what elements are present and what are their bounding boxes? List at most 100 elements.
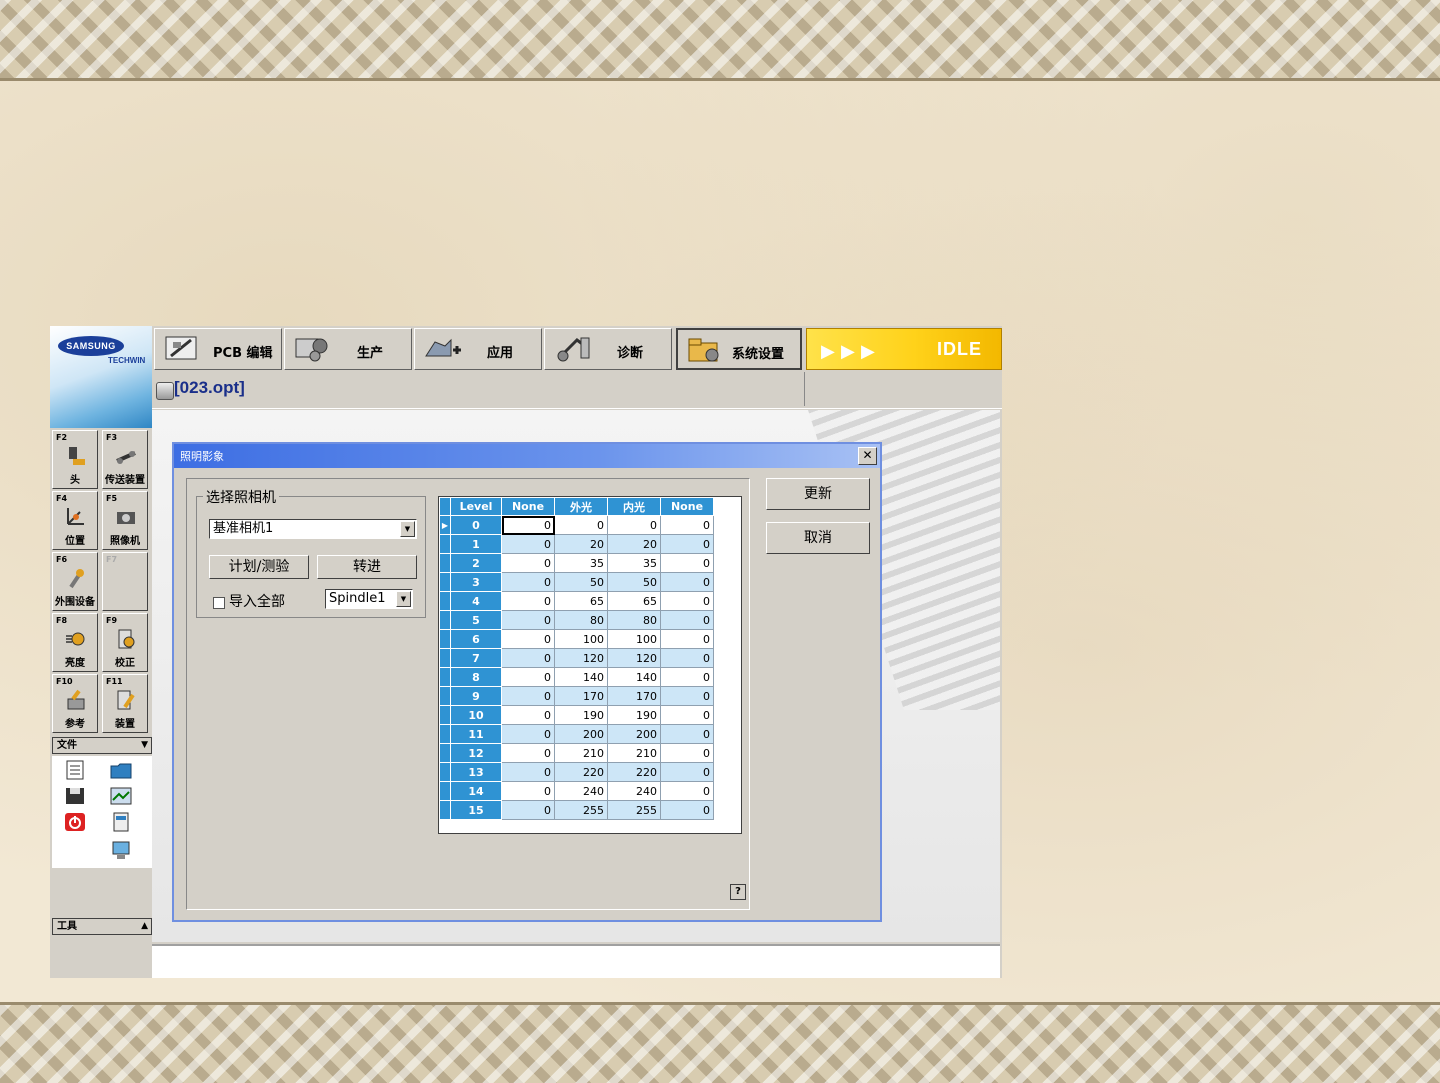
value-cell[interactable]: 0 bbox=[660, 553, 714, 573]
fkey-conveyor[interactable]: F3 传送装置 bbox=[102, 430, 148, 489]
table-row[interactable]: 12 0 210 210 0 bbox=[439, 743, 714, 763]
value-cell[interactable]: 140 bbox=[554, 667, 608, 687]
row-selector[interactable] bbox=[439, 705, 451, 725]
value-cell[interactable]: 0 bbox=[501, 648, 555, 668]
row-selector[interactable] bbox=[439, 762, 451, 782]
value-cell[interactable]: 0 bbox=[607, 515, 661, 535]
import-all-checkbox[interactable] bbox=[213, 597, 225, 609]
value-cell[interactable]: 0 bbox=[660, 667, 714, 687]
table-row[interactable]: ▶ 0 0 0 0 0 bbox=[439, 515, 714, 535]
table-row[interactable]: 6 0 100 100 0 bbox=[439, 629, 714, 649]
value-cell[interactable]: 0 bbox=[660, 800, 714, 820]
value-cell[interactable]: 100 bbox=[607, 629, 661, 649]
power-icon[interactable] bbox=[64, 812, 86, 832]
table-row[interactable]: 13 0 220 220 0 bbox=[439, 762, 714, 782]
move-button[interactable]: 转进 bbox=[317, 555, 417, 579]
value-cell[interactable]: 0 bbox=[660, 534, 714, 554]
table-row[interactable]: 7 0 120 120 0 bbox=[439, 648, 714, 668]
fkey-position[interactable]: F4 位置 bbox=[52, 491, 98, 550]
value-cell[interactable]: 0 bbox=[660, 724, 714, 744]
update-button[interactable]: 更新 bbox=[766, 478, 870, 510]
computer-icon[interactable] bbox=[110, 840, 132, 860]
value-cell[interactable]: 0 bbox=[501, 686, 555, 706]
value-cell[interactable]: 0 bbox=[501, 591, 555, 611]
value-cell[interactable]: 240 bbox=[607, 781, 661, 801]
save-icon[interactable] bbox=[64, 786, 86, 806]
value-cell[interactable]: 0 bbox=[660, 781, 714, 801]
value-cell[interactable]: 0 bbox=[501, 724, 555, 744]
value-cell[interactable]: 200 bbox=[607, 724, 661, 744]
value-cell[interactable]: 0 bbox=[501, 515, 555, 535]
table-row[interactable]: 5 0 80 80 0 bbox=[439, 610, 714, 630]
value-cell[interactable]: 120 bbox=[554, 648, 608, 668]
value-cell[interactable]: 35 bbox=[607, 553, 661, 573]
value-cell[interactable]: 0 bbox=[660, 629, 714, 649]
value-cell[interactable]: 120 bbox=[607, 648, 661, 668]
value-cell[interactable]: 0 bbox=[501, 534, 555, 554]
plan-test-button[interactable]: 计划/测验 bbox=[209, 555, 309, 579]
value-cell[interactable]: 220 bbox=[554, 762, 608, 782]
value-cell[interactable]: 0 bbox=[554, 515, 608, 535]
value-cell[interactable]: 80 bbox=[607, 610, 661, 630]
chevron-down-icon[interactable]: ▼ bbox=[396, 591, 411, 607]
row-selector[interactable] bbox=[439, 629, 451, 649]
fkey-camera[interactable]: F5 照像机 bbox=[102, 491, 148, 550]
row-selector[interactable] bbox=[439, 553, 451, 573]
value-cell[interactable]: 20 bbox=[607, 534, 661, 554]
table-row[interactable]: 15 0 255 255 0 bbox=[439, 800, 714, 820]
export-icon[interactable] bbox=[110, 786, 132, 806]
fkey-peripherals[interactable]: F6 外围设备 bbox=[52, 552, 98, 611]
table-row[interactable]: 11 0 200 200 0 bbox=[439, 724, 714, 744]
value-cell[interactable]: 0 bbox=[501, 762, 555, 782]
value-cell[interactable]: 0 bbox=[660, 572, 714, 592]
value-cell[interactable]: 0 bbox=[660, 591, 714, 611]
fkey-head[interactable]: F2 头 bbox=[52, 430, 98, 489]
camera-select[interactable]: 基准相机1 ▼ bbox=[209, 519, 417, 539]
value-cell[interactable]: 190 bbox=[554, 705, 608, 725]
row-selector[interactable] bbox=[439, 800, 451, 820]
document-icon[interactable] bbox=[156, 382, 174, 400]
help-icon[interactable]: ? bbox=[730, 884, 746, 900]
table-row[interactable]: 8 0 140 140 0 bbox=[439, 667, 714, 687]
value-cell[interactable]: 0 bbox=[660, 705, 714, 725]
tab-diagnosis[interactable]: 诊断 bbox=[544, 328, 672, 370]
tab-pcb-edit[interactable]: PCB 编辑 bbox=[154, 328, 282, 370]
value-cell[interactable]: 0 bbox=[501, 800, 555, 820]
row-selector[interactable] bbox=[439, 610, 451, 630]
value-cell[interactable]: 0 bbox=[501, 781, 555, 801]
table-row[interactable]: 4 0 65 65 0 bbox=[439, 591, 714, 611]
library-icon[interactable] bbox=[110, 812, 132, 832]
value-cell[interactable]: 35 bbox=[554, 553, 608, 573]
fkey-brightness[interactable]: F8 亮度 bbox=[52, 613, 98, 672]
value-cell[interactable]: 0 bbox=[660, 610, 714, 630]
close-icon[interactable]: ✕ bbox=[858, 447, 877, 465]
table-row[interactable]: 3 0 50 50 0 bbox=[439, 572, 714, 592]
tab-application[interactable]: 应用 bbox=[414, 328, 542, 370]
value-cell[interactable]: 190 bbox=[607, 705, 661, 725]
tab-system-settings[interactable]: 系统设置 bbox=[676, 328, 802, 370]
value-cell[interactable]: 0 bbox=[501, 553, 555, 573]
value-cell[interactable]: 0 bbox=[501, 629, 555, 649]
value-cell[interactable]: 20 bbox=[554, 534, 608, 554]
row-selector[interactable] bbox=[439, 667, 451, 687]
value-cell[interactable]: 0 bbox=[501, 610, 555, 630]
value-cell[interactable]: 255 bbox=[554, 800, 608, 820]
value-cell[interactable]: 240 bbox=[554, 781, 608, 801]
row-selector[interactable] bbox=[439, 572, 451, 592]
dialog-title-bar[interactable]: 照明影象 ✕ bbox=[174, 444, 880, 468]
value-cell[interactable]: 50 bbox=[607, 572, 661, 592]
row-selector[interactable] bbox=[439, 534, 451, 554]
value-cell[interactable]: 0 bbox=[501, 572, 555, 592]
value-cell[interactable]: 0 bbox=[501, 743, 555, 763]
table-row[interactable]: 1 0 20 20 0 bbox=[439, 534, 714, 554]
current-row-arrow-icon[interactable]: ▶ bbox=[439, 515, 451, 535]
value-cell[interactable]: 0 bbox=[660, 762, 714, 782]
value-cell[interactable]: 0 bbox=[660, 515, 714, 535]
value-cell[interactable]: 210 bbox=[607, 743, 661, 763]
value-cell[interactable]: 140 bbox=[607, 667, 661, 687]
row-selector[interactable] bbox=[439, 591, 451, 611]
row-selector[interactable] bbox=[439, 781, 451, 801]
value-cell[interactable]: 0 bbox=[660, 648, 714, 668]
value-cell[interactable]: 170 bbox=[607, 686, 661, 706]
value-cell[interactable]: 80 bbox=[554, 610, 608, 630]
